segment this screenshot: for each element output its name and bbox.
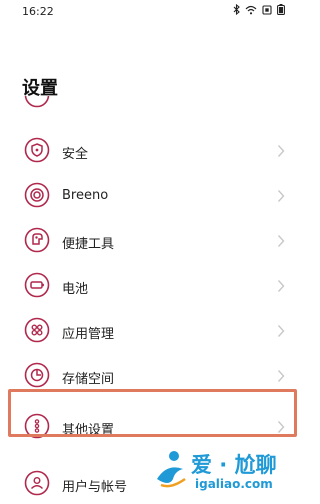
watermark: 爱 · 尬聊 igaliao.com bbox=[153, 445, 303, 497]
watermark-url: igaliao.com bbox=[195, 477, 273, 491]
chevron-right-icon bbox=[277, 368, 285, 382]
highlight-box bbox=[8, 389, 297, 437]
settings-item-security[interactable]: 安全 bbox=[0, 128, 307, 173]
settings-item-label: 存储空间 bbox=[62, 372, 115, 387]
status-time: 16:22 bbox=[22, 5, 54, 18]
settings-item-label: 电池 bbox=[62, 282, 89, 297]
breeno-icon bbox=[24, 182, 50, 208]
chevron-right-icon bbox=[277, 233, 285, 247]
chevron-right-icon bbox=[277, 323, 285, 337]
watermark-logo-icon bbox=[153, 449, 189, 493]
chevron-right-icon bbox=[277, 143, 285, 157]
sim-icon bbox=[262, 4, 272, 15]
settings-item-battery[interactable]: 电池 bbox=[0, 263, 307, 308]
user-icon bbox=[24, 470, 50, 496]
status-icons bbox=[233, 4, 285, 15]
partial-row-icon bbox=[24, 96, 50, 122]
settings-item-label: 应用管理 bbox=[62, 327, 115, 342]
tools-icon bbox=[24, 227, 50, 253]
wifi-icon bbox=[245, 5, 257, 15]
settings-item-tools[interactable]: 便捷工具 bbox=[0, 218, 307, 263]
settings-item-label: 便捷工具 bbox=[62, 237, 115, 252]
chevron-right-icon bbox=[277, 278, 285, 292]
status-bar: 16:22 bbox=[0, 0, 307, 24]
apps-icon bbox=[24, 317, 50, 343]
chevron-right-icon bbox=[277, 188, 285, 202]
settings-item-label: Breeno bbox=[62, 188, 109, 203]
settings-item-label: 用户与帐号 bbox=[62, 480, 128, 495]
settings-item-apps[interactable]: 应用管理 bbox=[0, 308, 307, 353]
settings-item-label: 安全 bbox=[62, 147, 89, 162]
shield-icon bbox=[24, 137, 50, 163]
battery-setting-icon bbox=[24, 272, 50, 298]
settings-item-breeno[interactable]: Breeno bbox=[0, 173, 307, 218]
battery-icon bbox=[277, 4, 285, 15]
bluetooth-icon bbox=[233, 4, 240, 15]
storage-icon bbox=[24, 362, 50, 388]
watermark-title: 爱 · 尬聊 bbox=[191, 453, 277, 477]
